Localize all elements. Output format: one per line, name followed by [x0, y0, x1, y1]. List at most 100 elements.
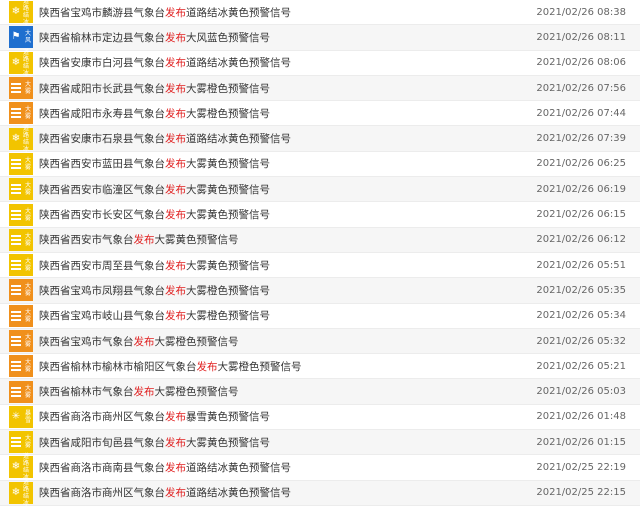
warning-icon-label: 雾 — [24, 189, 31, 197]
warning-list-item[interactable]: 大雾陕西省咸阳市旬邑县气象台发布大雾黄色预警信号 2021/02/26 01:15 — [0, 430, 640, 456]
warning-title-highlight: 发布 — [165, 259, 186, 272]
warning-title-text: 陕西省商洛市商州区气象台 — [39, 411, 165, 424]
warning-title-highlight: 发布 — [165, 461, 186, 474]
warning-icon-label: 雾 — [24, 214, 31, 222]
warning-title[interactable]: 陕西省西安市临潼区气象台发布大雾黄色预警信号 — [39, 182, 530, 197]
warning-icon-label: 道路 — [23, 0, 30, 13]
warning-title-text: 陕西省安康市白河县气象台 — [39, 57, 165, 70]
fog-icon: 大雾 — [9, 355, 33, 378]
warning-time: 2021/02/26 08:06 — [536, 57, 626, 69]
warning-list-item[interactable]: ❄ 道路 结冰 陕西省安康市白河县气象台发布道路结冰黄色预警信号 2021/02/26 … — [0, 48, 640, 77]
warning-title[interactable]: 陕西省商洛市商南县气象台发布道路结冰黄色预警信号 — [39, 460, 530, 475]
warning-list-item[interactable]: ❄ 道路 结冰 陕西省商洛市商州区气象台发布道路结冰黄色预警信号 2021/02/25 … — [0, 479, 640, 507]
warning-list-item[interactable]: ❄ 道路 结冰 陕西省宝鸡市麟游县气象台发布道路结冰黄色预警信号 2021/02/26 … — [0, 0, 640, 26]
warning-title-highlight: 发布 — [196, 360, 218, 373]
warning-title-text: 道路结冰黄色预警信号 — [186, 487, 291, 500]
warning-title[interactable]: 陕西省安康市石泉县气象台发布道路结冰黄色预警信号 — [39, 131, 530, 146]
warning-list-item[interactable]: 大雾陕西省咸阳市永寿县气象台发布大雾橙色预警信号 2021/02/26 07:44 — [0, 101, 640, 127]
warning-title[interactable]: 陕西省商洛市商州区气象台发布暴雪黄色预警信号 — [39, 409, 530, 424]
warning-title[interactable]: 陕西省咸阳市长武县气象台发布大雾橙色预警信号 — [39, 81, 530, 96]
warning-title-highlight: 发布 — [133, 386, 155, 399]
warning-title-text: 大雾橙色预警信号 — [154, 386, 239, 399]
warning-title-highlight: 发布 — [165, 209, 186, 222]
warning-title-highlight: 发布 — [165, 107, 186, 120]
warning-title[interactable]: 陕西省榆林市榆林市榆阳区气象台发布大雾橙色预警信号 — [39, 359, 530, 374]
warning-title[interactable]: 陕西省咸阳市永寿县气象台发布大雾橙色预警信号 — [39, 106, 530, 121]
fog-icon: 大雾 — [9, 178, 33, 201]
warning-time: 2021/02/26 05:35 — [536, 284, 626, 296]
warning-list-item[interactable]: 大雾陕西省西安市周至县气象台发布大雾黄色预警信号 2021/02/26 05:51 — [0, 253, 640, 279]
warning-list-item[interactable]: 大雾陕西省宝鸡市气象台发布大雾橙色预警信号 2021/02/26 05:32 — [0, 328, 640, 355]
warning-title-text: 大雾橙色预警信号 — [186, 284, 270, 297]
warning-title[interactable]: 陕西省西安市气象台发布大雾黄色预警信号 — [39, 232, 530, 247]
warning-title[interactable]: 陕西省西安市蓝田县气象台发布大雾黄色预警信号 — [39, 156, 530, 171]
warning-icon-label: 结冰 — [23, 492, 30, 507]
warning-icon-label: 雾 — [24, 113, 31, 121]
warning-list-item[interactable]: 大雾陕西省西安市蓝田县气象台发布大雾黄色预警信号 2021/02/26 06:25 — [0, 152, 640, 178]
warning-title-text: 大雾黄色预警信号 — [186, 183, 270, 196]
warning-title[interactable]: 陕西省咸阳市旬邑县气象台发布大雾黄色预警信号 — [39, 435, 530, 450]
warning-icon-label: 大 — [24, 334, 31, 341]
warning-time: 2021/02/26 05:03 — [536, 386, 626, 398]
warning-title-text: 道路结冰黄色预警信号 — [186, 57, 291, 70]
warning-title-text: 陕西省安康市石泉县气象台 — [39, 133, 165, 146]
warning-time: 2021/02/26 06:25 — [536, 158, 626, 170]
warning-title[interactable]: 陕西省榆林市定边县气象台发布大风蓝色预警信号 — [39, 30, 530, 45]
warning-list-item[interactable]: 大雾陕西省西安市长安区气象台发布大雾黄色预警信号 2021/02/26 06:15 — [0, 202, 640, 228]
road-icing-icon: ❄ 道路 结冰 — [9, 479, 33, 507]
warning-title-text: 道路结冰黄色预警信号 — [186, 133, 291, 146]
warning-time: 2021/02/26 05:51 — [536, 259, 626, 271]
warning-icon-label: 结冰 — [23, 62, 30, 77]
warning-title[interactable]: 陕西省安康市白河县气象台发布道路结冰黄色预警信号 — [39, 55, 530, 70]
fog-icon: 大雾 — [9, 228, 33, 251]
fog-icon: 大雾 — [9, 102, 33, 125]
warning-title-highlight: 发布 — [165, 31, 186, 44]
warning-list-item[interactable]: 大雾陕西省西安市临潼区气象台发布大雾黄色预警信号 2021/02/26 06:19 — [0, 177, 640, 203]
warning-title-text: 陕西省咸阳市旬邑县气象台 — [39, 436, 165, 449]
warning-icon-label: 道路 — [23, 48, 30, 63]
warning-title[interactable]: 陕西省宝鸡市气象台发布大雾橙色预警信号 — [39, 334, 530, 349]
warning-icon-label: 道路 — [23, 124, 30, 139]
warning-list-item[interactable]: 大雾陕西省榆林市榆林市榆阳区气象台发布大雾橙色预警信号 2021/02/26 05… — [0, 354, 640, 380]
warning-time: 2021/02/26 08:11 — [536, 31, 626, 43]
warning-list-item[interactable]: 大雾陕西省榆林市气象台发布大雾橙色预警信号 2021/02/26 05:03 — [0, 379, 640, 405]
warning-title-text: 陕西省宝鸡市麟游县气象台 — [39, 6, 165, 19]
warning-time: 2021/02/26 05:34 — [536, 310, 626, 322]
warning-icon-label: 雪 — [24, 416, 31, 424]
warning-title[interactable]: 陕西省榆林市气象台发布大雾橙色预警信号 — [39, 384, 530, 399]
warning-icon-label: 雾 — [24, 239, 31, 247]
warning-list-item[interactable]: 大雾陕西省咸阳市长武县气象台发布大雾橙色预警信号 2021/02/26 07:56 — [0, 75, 640, 102]
warning-title-text: 陕西省商洛市商州区气象台 — [39, 487, 165, 500]
warning-title-text: 陕西省西安市临潼区气象台 — [39, 183, 165, 196]
warning-title[interactable]: 陕西省西安市长安区气象台发布大雾黄色预警信号 — [39, 207, 530, 222]
warning-title-highlight: 发布 — [165, 133, 186, 146]
warning-icon-label: 大 — [24, 308, 31, 316]
warning-list-item[interactable]: 大雾陕西省宝鸡市岐山县气象台发布大雾橙色预警信号 2021/02/26 05:34 — [0, 304, 640, 329]
fog-icon: 大雾 — [9, 380, 33, 403]
warning-list-item[interactable]: 大雾陕西省西安市气象台发布大雾黄色预警信号 2021/02/26 06:12 — [0, 227, 640, 253]
warning-title[interactable]: 陕西省商洛市商州区气象台发布道路结冰黄色预警信号 — [39, 485, 530, 500]
warning-title-text: 大雾橙色预警信号 — [186, 310, 270, 323]
warning-list-item[interactable]: ⚑ 大风陕西省榆林市定边县气象台发布大风蓝色预警信号 2021/02/26 08:1… — [0, 25, 640, 51]
snowstorm-icon: ✳ 暴雪 — [9, 405, 33, 428]
warning-title[interactable]: 陕西省宝鸡市岐山县气象台发布大雾橙色预警信号 — [39, 308, 530, 323]
warning-icon-label: 大 — [24, 384, 31, 392]
warning-icon-label: 雾 — [24, 391, 31, 399]
warning-title-text: 大雾黄色预警信号 — [186, 158, 270, 171]
warning-list-item[interactable]: 大雾陕西省宝鸡市凤翔县气象台发布大雾橙色预警信号 2021/02/26 05:35 — [0, 278, 640, 304]
fog-icon: 大雾 — [9, 203, 33, 226]
warning-time: 2021/02/25 22:19 — [536, 461, 626, 473]
warning-time: 2021/02/26 06:15 — [536, 209, 626, 221]
warning-time: 2021/02/26 07:56 — [536, 82, 626, 94]
warning-title-text: 大雾橙色预警信号 — [154, 335, 239, 348]
warning-time: 2021/02/26 07:39 — [536, 133, 626, 145]
warning-title[interactable]: 陕西省宝鸡市凤翔县气象台发布大雾橙色预警信号 — [39, 283, 530, 298]
warning-title-text: 陕西省咸阳市永寿县气象台 — [39, 107, 165, 120]
fog-icon: 大雾 — [9, 304, 33, 327]
warning-title[interactable]: 陕西省西安市周至县气象台发布大雾黄色预警信号 — [39, 258, 530, 273]
warning-list-item[interactable]: ✳ 暴雪陕西省商洛市商州区气象台发布暴雪黄色预警信号 2021/02/26 01:4… — [0, 405, 640, 431]
warning-title[interactable]: 陕西省宝鸡市麟游县气象台发布道路结冰黄色预警信号 — [39, 5, 530, 20]
warning-title-highlight: 发布 — [133, 335, 155, 348]
warning-list-item[interactable]: ❄ 道路 结冰 陕西省安康市石泉县气象台发布道路结冰黄色预警信号 2021/02/26 … — [0, 124, 640, 153]
warning-list-item[interactable]: ❄ 道路 结冰 陕西省商洛市商南县气象台发布道路结冰黄色预警信号 2021/02/25 … — [0, 453, 640, 481]
